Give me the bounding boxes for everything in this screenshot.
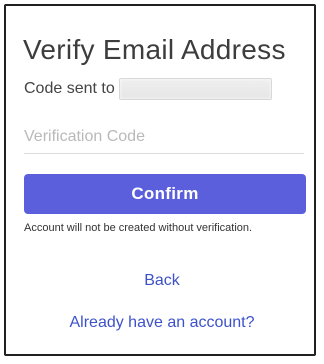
redacted-email xyxy=(118,78,272,100)
verification-note: Account will not be created without veri… xyxy=(24,222,253,234)
confirm-button[interactable]: Confirm xyxy=(24,174,306,214)
verification-code-input[interactable] xyxy=(24,120,304,154)
already-have-account-link[interactable]: Already have an account? xyxy=(0,314,324,332)
back-link[interactable]: Back xyxy=(0,272,324,290)
code-sent-label: Code sent to xyxy=(24,80,115,97)
code-sent-row: Code sent to xyxy=(24,78,272,100)
page-title: Verify Email Address xyxy=(23,34,286,65)
